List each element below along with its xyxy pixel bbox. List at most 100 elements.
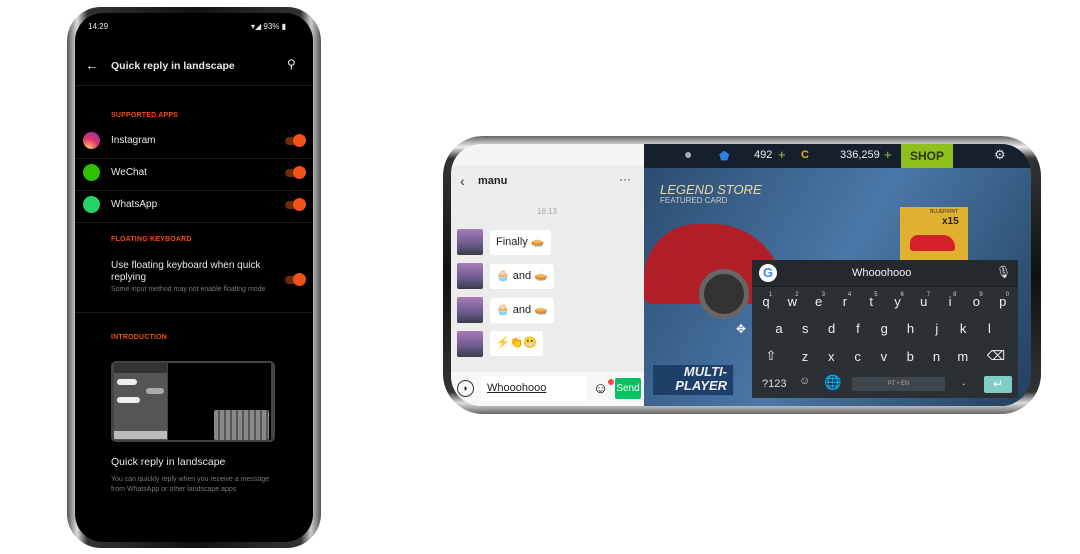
key-hint: 8: [953, 292, 957, 298]
send-button[interactable]: Send: [615, 378, 641, 399]
key-g[interactable]: g: [874, 321, 894, 336]
wechat-toggle[interactable]: [285, 166, 306, 179]
key-hint: 6: [900, 292, 904, 298]
shift-icon[interactable]: ⇧: [761, 348, 781, 364]
period-key[interactable]: .: [962, 374, 965, 388]
key-hint: 2: [795, 292, 799, 298]
add-gems-button[interactable]: +: [778, 147, 786, 162]
intro-description: You can quickly reply when you receive a…: [111, 476, 270, 493]
key-q[interactable]: q: [756, 294, 776, 309]
search-icon[interactable]: ⚲: [287, 57, 296, 71]
move-handle-icon[interactable]: ✥: [736, 322, 746, 336]
key-z[interactable]: z: [795, 349, 815, 364]
featured-card[interactable]: BLUEPRINT x15: [900, 207, 968, 262]
more-options-icon[interactable]: ···: [619, 172, 631, 186]
emoji-key-icon[interactable]: ☺: [799, 375, 810, 387]
app-label: WhatsApp: [111, 199, 158, 210]
section-introduction: INTRODUCTION: [111, 334, 168, 341]
shop-button[interactable]: SHOP: [901, 144, 953, 168]
avatar: [457, 263, 483, 289]
back-arrow-icon[interactable]: ←: [85, 57, 99, 73]
keyboard-suggestion[interactable]: Whooohooo: [852, 267, 911, 279]
key-u[interactable]: u: [914, 294, 934, 309]
key-m[interactable]: m: [953, 349, 973, 364]
message-bubble: ⚡👏😬: [490, 331, 544, 356]
settings-gear-icon[interactable]: ⚙: [994, 147, 1006, 163]
key-d[interactable]: d: [822, 321, 842, 336]
wechat-icon: [83, 164, 100, 181]
whatsapp-toggle[interactable]: [285, 198, 306, 211]
key-v[interactable]: v: [874, 349, 894, 364]
message-bubble: 🧁 and 🥧: [490, 264, 554, 289]
enter-key[interactable]: ↵: [984, 376, 1012, 393]
key-s[interactable]: s: [795, 321, 815, 336]
key-l[interactable]: l: [979, 321, 999, 336]
floating-keyboard: G Whooohooo 🎙 q1 w2 e3 r4 t5 y6 u7 i8 o9 p0 asdfgh…: [752, 260, 1018, 398]
app-label: Instagram: [111, 135, 156, 146]
battery-level: 93%: [263, 22, 280, 31]
floating-keyboard-toggle[interactable]: [285, 273, 306, 286]
key-w[interactable]: w: [782, 294, 802, 309]
key-hint: 3: [821, 292, 825, 298]
card-label: BLUEPRINT: [930, 209, 959, 215]
emoji-icon[interactable]: ☺: [593, 380, 608, 397]
globe-icon[interactable]: 🌐: [824, 374, 841, 391]
key-hint: 4: [847, 292, 852, 298]
status-time: 14:29: [88, 22, 109, 31]
voice-icon[interactable]: ◗: [457, 380, 474, 397]
coins-count: 336,259: [840, 149, 880, 161]
key-a[interactable]: a: [769, 321, 789, 336]
key-r[interactable]: r: [835, 294, 855, 309]
key-i[interactable]: i: [940, 294, 960, 309]
avatar: [457, 229, 483, 255]
key-hint: 9: [979, 292, 983, 298]
key-hint: 7: [926, 292, 931, 298]
contact-name: manu: [478, 175, 508, 187]
key-h[interactable]: h: [901, 321, 921, 336]
google-icon[interactable]: G: [759, 264, 777, 282]
key-t[interactable]: t: [861, 294, 881, 309]
key-c[interactable]: c: [848, 349, 868, 364]
gems-count: 492: [754, 149, 773, 161]
quick-reply-chat-panel: ‹ manu ··· 16:13 Finally 🥧 🧁 and 🥧 🧁 and…: [451, 144, 644, 406]
coin-icon: C: [801, 149, 809, 161]
avatar: [457, 297, 483, 323]
symbols-key[interactable]: ?123: [762, 378, 786, 390]
message-input[interactable]: Whooohooo: [481, 376, 586, 401]
section-supported-apps: SUPPORTED APPS: [111, 112, 179, 119]
key-e[interactable]: e: [809, 294, 829, 309]
key-j[interactable]: j: [927, 321, 947, 336]
message-time: 16:13: [537, 207, 558, 216]
multiplayer-button[interactable]: MULTI-PLAYER: [652, 364, 734, 396]
key-p[interactable]: p: [993, 294, 1013, 309]
add-coins-button[interactable]: +: [884, 147, 892, 162]
space-bar[interactable]: PT • EN: [852, 377, 945, 391]
store-title: LEGEND STORE: [660, 182, 762, 197]
microphone-icon[interactable]: 🎙: [996, 265, 1011, 279]
key-n[interactable]: n: [927, 349, 947, 364]
message-bubble: Finally 🥧: [490, 230, 551, 255]
backspace-icon[interactable]: ⌫: [986, 348, 1006, 364]
key-hint: 5: [874, 292, 878, 298]
instagram-toggle[interactable]: [285, 134, 306, 147]
whatsapp-icon: [83, 196, 100, 213]
floating-keyboard-subtitle: Some input method may not enable floatin…: [111, 286, 266, 293]
key-hint: 0: [1005, 292, 1010, 298]
avatar: [457, 331, 483, 357]
section-floating-keyboard: FLOATING KEYBOARD: [111, 236, 192, 243]
gem-icon: ⬟: [719, 149, 730, 163]
key-f[interactable]: f: [848, 321, 868, 336]
key-y[interactable]: y: [888, 294, 908, 309]
store-subtitle: FEATURED CARD: [660, 196, 728, 205]
key-x[interactable]: x: [821, 349, 841, 364]
key-k[interactable]: k: [953, 321, 973, 336]
landscape-screen: ● ⬟ 492 + C 336,259 + SHOP ⚙ LEGEND STOR…: [451, 144, 1031, 406]
app-label: WeChat: [111, 167, 147, 178]
profile-icon[interactable]: ●: [684, 146, 692, 162]
status-icons: ▾◢ 93% ▮: [251, 22, 287, 31]
intro-illustration: [111, 361, 275, 442]
game-background: ● ⬟ 492 + C 336,259 + SHOP ⚙ LEGEND STOR…: [644, 144, 1031, 406]
chat-back-icon[interactable]: ‹: [460, 173, 465, 189]
key-b[interactable]: b: [900, 349, 920, 364]
key-o[interactable]: o: [966, 294, 986, 309]
